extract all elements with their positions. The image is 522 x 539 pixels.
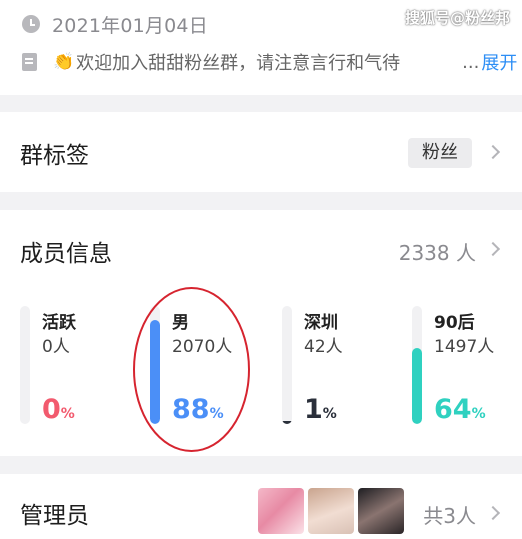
expand-link[interactable]: 展开 xyxy=(481,49,517,75)
stat-percent-number: 0 xyxy=(42,394,61,425)
document-icon xyxy=(22,53,37,71)
clap-emoji-icon: 👏 xyxy=(53,52,75,72)
stat-city: 深圳 42人 1% xyxy=(282,306,392,430)
percent-sign: % xyxy=(471,406,486,422)
admin-title: 管理员 xyxy=(20,503,89,529)
stat-value: 0人 xyxy=(42,337,70,357)
percent-sign: % xyxy=(60,406,75,422)
avatar xyxy=(308,488,354,534)
stat-label: 深圳 xyxy=(304,313,338,333)
notice-ellipsis: ... xyxy=(462,51,480,73)
stat-active: 活跃 0人 0% xyxy=(20,306,130,430)
stat-bar-track xyxy=(20,306,30,424)
group-notice[interactable]: 👏 欢迎加入甜甜粉丝群，请注意言行和气待 ... 展开 xyxy=(22,47,517,77)
notice-text: 欢迎加入甜甜粉丝群，请注意言行和气待 xyxy=(76,53,401,74)
highlight-circle-annotation xyxy=(133,287,250,452)
group-tags-title: 群标签 xyxy=(20,143,89,169)
stat-bar-track xyxy=(412,306,422,424)
stat-bar-track xyxy=(282,306,292,424)
stat-percent-number: 1 xyxy=(304,394,323,425)
admin-count: 共3人 xyxy=(423,504,476,528)
stat-value: 42人 xyxy=(304,337,343,357)
watermark: 搜狐号@粉丝邦 xyxy=(404,9,510,27)
stat-value: 1497人 xyxy=(434,337,495,357)
member-info-title: 成员信息 xyxy=(20,241,112,267)
percent-sign: % xyxy=(322,406,337,422)
chevron-right-icon xyxy=(485,144,501,160)
stat-label: 活跃 xyxy=(42,313,76,333)
stat-percent: 1% xyxy=(304,394,337,425)
avatar xyxy=(258,488,304,534)
chevron-right-icon[interactable] xyxy=(485,241,501,257)
admin-row[interactable]: 管理员 共3人 xyxy=(0,474,522,539)
created-date-row: 2021年01月04日 xyxy=(22,10,208,38)
member-total[interactable]: 2338 人 xyxy=(399,237,476,266)
stat-percent-number: 64 xyxy=(434,394,472,425)
chevron-right-icon xyxy=(485,505,501,521)
avatar xyxy=(358,488,404,534)
stat-bar-fill xyxy=(282,421,292,424)
clock-icon xyxy=(22,15,40,33)
created-date: 2021年01月04日 xyxy=(52,14,208,37)
stat-age: 90后 1497人 64% xyxy=(412,306,522,430)
stat-bar-fill xyxy=(412,348,422,424)
stat-percent: 64% xyxy=(434,394,486,425)
stat-label: 90后 xyxy=(434,313,475,333)
tag-chip: 粉丝 xyxy=(408,138,472,168)
stat-percent: 0% xyxy=(42,394,75,425)
group-tags-row[interactable]: 群标签 粉丝 xyxy=(0,112,522,192)
member-info-card: 成员信息 2338 人 活跃 0人 0% 男 2070人 88% 深圳 42人 … xyxy=(0,210,522,456)
group-info-card: 2021年01月04日 搜狐号@粉丝邦 👏 欢迎加入甜甜粉丝群，请注意言行和气待… xyxy=(0,0,522,95)
